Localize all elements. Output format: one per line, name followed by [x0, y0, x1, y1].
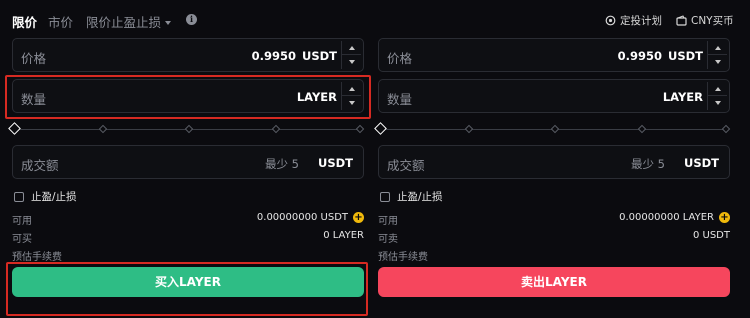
buy-price-field[interactable]: 价格 0.9950 USDT — [12, 38, 364, 72]
sell-max-value: 0 USDT — [692, 230, 730, 241]
sell-price-unit: USDT — [667, 49, 703, 63]
buy-fee-label: 预估手续费 — [12, 252, 62, 263]
wallet-icon — [676, 15, 687, 26]
sell-total-unit: USDT — [683, 156, 719, 170]
slider-node[interactable] — [98, 124, 108, 134]
buy-total-label: 成交额 — [21, 158, 59, 173]
step-down-icon[interactable] — [342, 55, 361, 69]
deposit-plus-icon[interactable]: + — [719, 212, 730, 223]
dca-plan-link[interactable]: 定投计划 — [605, 13, 662, 28]
step-down-icon[interactable] — [708, 55, 727, 69]
buy-amount-field[interactable]: 数量 LAYER — [12, 79, 364, 113]
sell-total-min: 最少 5 — [631, 157, 665, 171]
sell-tpsl-label: 止盈/止损 — [397, 191, 443, 203]
sell-fee-label: 预估手续费 — [378, 252, 428, 263]
buy-price-stepper[interactable] — [341, 41, 361, 69]
sell-total-field[interactable]: 成交额 最少 5 USDT — [378, 145, 730, 179]
slider-node[interactable] — [271, 124, 281, 134]
tab-stop-limit-label: 限价止盈止损 — [86, 15, 162, 30]
sell-amount-unit: LAYER — [662, 90, 703, 104]
checkbox-icon[interactable] — [380, 191, 390, 202]
buy-price-unit: USDT — [301, 49, 337, 63]
sell-amount-label: 数量 — [387, 92, 413, 107]
sell-available-value: 0.00000000 LAYER + — [619, 212, 730, 223]
slider-handle[interactable] — [374, 122, 387, 135]
buy-tpsl-label: 止盈/止损 — [31, 191, 77, 203]
sell-amount-field[interactable]: 数量 LAYER — [378, 79, 730, 113]
buy-max-value: 0 LAYER — [323, 230, 364, 241]
buy-available-value: 0.00000000 USDT + — [257, 212, 364, 223]
step-down-icon[interactable] — [342, 96, 361, 110]
slider-handle[interactable] — [8, 122, 21, 135]
tab-limit[interactable]: 限价 — [12, 12, 37, 31]
sell-available-label: 可用 — [378, 216, 398, 227]
slider-node[interactable] — [184, 124, 194, 134]
buy-available-label: 可用 — [12, 216, 32, 227]
deposit-plus-icon[interactable]: + — [353, 212, 364, 223]
slider-node[interactable] — [464, 124, 474, 134]
step-up-icon[interactable] — [708, 41, 727, 55]
cny-buy-label: CNY买币 — [691, 15, 734, 27]
sell-price-value: 0.9950 USDT — [618, 49, 703, 63]
buy-button[interactable]: 买入LAYER — [12, 267, 364, 297]
sell-percent-slider[interactable] — [374, 122, 732, 135]
buy-tpsl-checkbox[interactable]: 止盈/止损 — [14, 189, 77, 204]
sell-price-number: 0.9950 — [617, 49, 662, 63]
order-type-bar: 限价 市价 限价止盈止损 i 定投计划 CNY买币 — [0, 0, 750, 36]
sell-button[interactable]: 卖出LAYER — [378, 267, 730, 297]
buy-amount-stepper[interactable] — [341, 82, 361, 110]
step-up-icon[interactable] — [342, 82, 361, 96]
slider-node[interactable] — [721, 124, 731, 134]
buy-amount-unit: LAYER — [296, 90, 337, 104]
buy-amount-label: 数量 — [21, 92, 47, 107]
tab-stop-limit[interactable]: 限价止盈止损 — [86, 12, 172, 31]
buy-available-amount: 0.00000000 USDT — [256, 212, 348, 223]
sell-price-stepper[interactable] — [707, 41, 727, 69]
buy-price-number: 0.9950 — [251, 49, 296, 63]
chevron-down-icon — [165, 21, 172, 25]
slider-node[interactable] — [637, 124, 647, 134]
step-up-icon[interactable] — [342, 41, 361, 55]
sell-tpsl-checkbox[interactable]: 止盈/止损 — [380, 189, 443, 204]
step-up-icon[interactable] — [708, 82, 727, 96]
sell-amount-stepper[interactable] — [707, 82, 727, 110]
checkbox-icon[interactable] — [14, 191, 24, 202]
buy-total-field[interactable]: 成交额 最少 5 USDT — [12, 145, 364, 179]
slider-node[interactable] — [355, 124, 365, 134]
sell-price-field[interactable]: 价格 0.9950 USDT — [378, 38, 730, 72]
dca-icon — [605, 15, 616, 26]
tab-market[interactable]: 市价 — [48, 12, 73, 31]
buy-percent-slider[interactable] — [8, 122, 366, 135]
sell-max-label: 可卖 — [378, 234, 398, 245]
slider-node[interactable] — [550, 124, 560, 134]
sell-price-label: 价格 — [387, 51, 413, 66]
sell-available-amount: 0.00000000 LAYER — [619, 212, 714, 223]
buy-total-unit: USDT — [317, 156, 353, 170]
buy-max-label: 可买 — [12, 234, 32, 245]
buy-price-value: 0.9950 USDT — [252, 49, 337, 63]
cny-buy-link[interactable]: CNY买币 — [676, 13, 734, 28]
dca-plan-label: 定投计划 — [620, 15, 662, 27]
sell-total-label: 成交额 — [387, 158, 425, 173]
info-icon[interactable]: i — [186, 14, 197, 25]
step-down-icon[interactable] — [708, 96, 727, 110]
buy-total-min: 最少 5 — [265, 157, 299, 171]
buy-price-label: 价格 — [21, 51, 47, 66]
